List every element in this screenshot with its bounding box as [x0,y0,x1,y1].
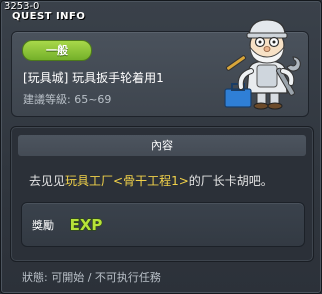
window-title: QUEST INFO [12,11,86,22]
quest-content-panel: 內容 去见见玩具工厂<骨干工程1>的厂长卡胡吧。 獎勵 EXP [10,126,314,262]
exp-reward-icon[interactable]: EXP [68,213,104,235]
content-section-title: 內容 [18,135,306,156]
description-text: 的厂长卡胡吧。 [188,174,273,188]
reward-label: 獎勵 [32,219,54,232]
quest-description: 去见见玩具工厂<骨干工程1>的厂长卡胡吧。 [29,172,273,189]
exp-reward-text: EXP [70,216,103,234]
description-text: 去见见 [29,174,66,188]
reward-panel: 獎勵 EXP [21,202,305,247]
recommended-level: 建議等級: 65~69 [23,93,112,106]
quest-target-link[interactable]: 玩具工厂<骨干工程1> [65,174,189,188]
quest-type-badge: 一般 [22,40,92,61]
npc-portrait-icon [224,19,301,110]
quest-status: 狀態: 可開始 / 不可执行任務 [22,271,161,284]
quest-info-window: 3253-0 QUEST INFO 一般 [玩具城] 玩具扳手轮着用1 建議等級… [0,0,322,294]
quest-name: [玩具城] 玩具扳手轮着用1 [23,71,164,85]
